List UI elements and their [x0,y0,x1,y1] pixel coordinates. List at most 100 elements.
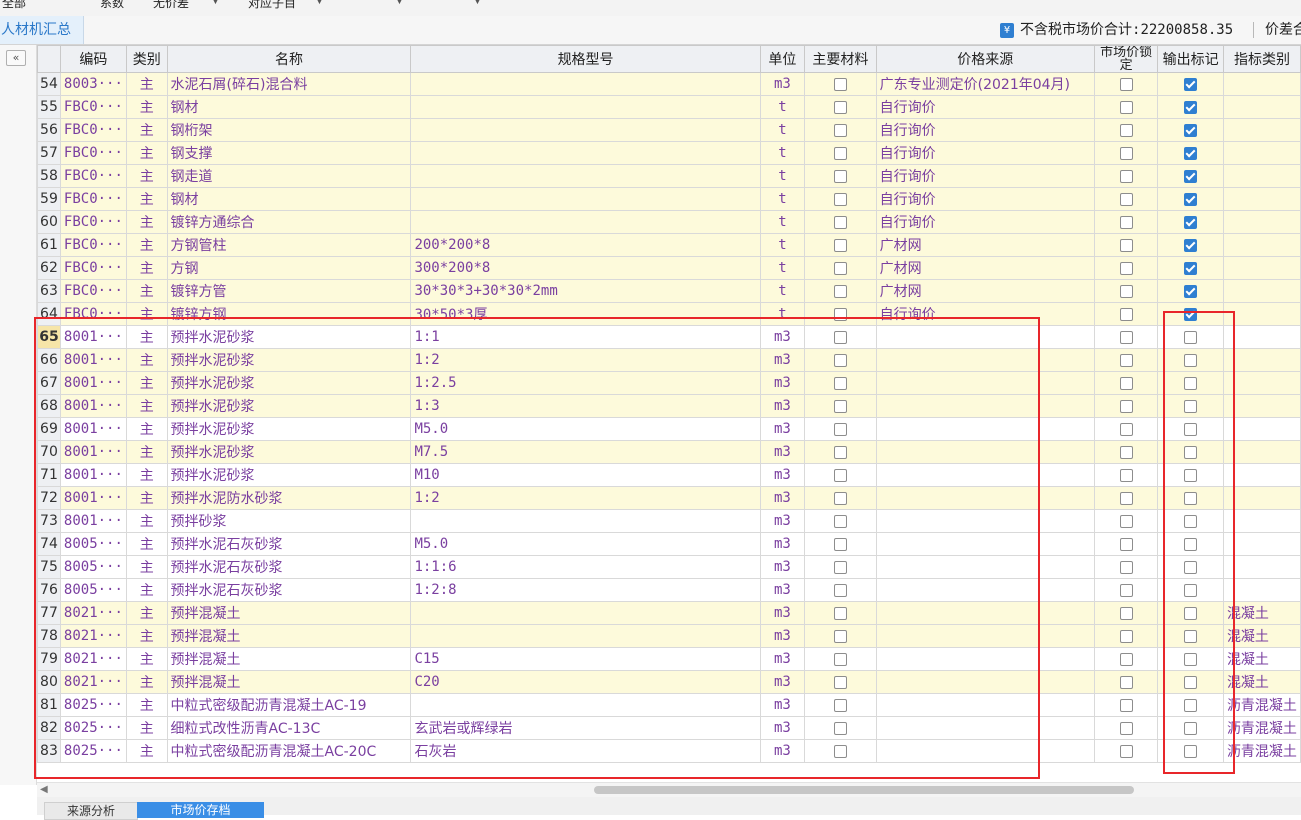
cell-output-flag[interactable] [1157,279,1224,303]
cell-spec[interactable]: 1:2.5 [410,371,761,395]
cell-category[interactable]: 主 [125,233,168,257]
checkbox[interactable] [1184,123,1198,137]
cell-output-flag[interactable] [1157,578,1224,602]
checkbox[interactable] [833,675,847,689]
cell-market-lock[interactable] [1093,394,1159,418]
cell-spec[interactable] [410,164,761,188]
cell-market-lock[interactable] [1093,302,1159,326]
cell-price-source[interactable] [875,647,1095,671]
cell-category[interactable]: 主 [125,95,168,119]
cell-category[interactable]: 主 [125,739,168,763]
checkbox[interactable] [833,629,847,643]
cell-unit[interactable]: m3 [759,325,806,349]
header-output-flag[interactable]: 输出标记 [1157,45,1224,73]
cell-category[interactable]: 主 [125,417,168,441]
header-spec[interactable]: 规格型号 [410,45,761,73]
checkbox[interactable] [1184,445,1198,459]
checkbox[interactable] [1119,606,1133,620]
menu-item-corresponding-item[interactable]: 对应子目 [248,0,296,11]
checkbox[interactable] [1119,169,1133,183]
checkbox[interactable] [1184,376,1198,390]
cell-main-material[interactable] [804,578,877,602]
cell-name[interactable]: 中粒式密级配沥青混凝土AC-20C [166,739,412,763]
cell-name[interactable]: 预拌水泥砂浆 [166,348,412,372]
cell-name[interactable]: 镀锌方管 [166,279,412,303]
checkbox[interactable] [1184,422,1198,436]
cell-main-material[interactable] [804,670,877,694]
cell-code[interactable]: 8001··· [59,417,127,441]
cell-indicator-type[interactable] [1222,578,1301,602]
checkbox[interactable] [1184,606,1198,620]
checkbox[interactable] [1119,215,1133,229]
checkbox[interactable] [1184,330,1198,344]
cell-output-flag[interactable] [1157,118,1224,142]
cell-category[interactable]: 主 [125,486,168,510]
cell-unit[interactable]: m3 [759,440,806,464]
cell-output-flag[interactable] [1157,348,1224,372]
cell-output-flag[interactable] [1157,693,1224,717]
checkbox[interactable] [1119,330,1133,344]
cell-code[interactable]: 8001··· [59,394,127,418]
cell-code[interactable]: 8001··· [59,440,127,464]
checkbox[interactable] [1119,652,1133,666]
cell-output-flag[interactable] [1157,210,1224,234]
cell-code[interactable]: 8005··· [59,578,127,602]
cell-unit[interactable]: m3 [759,509,806,533]
cell-name[interactable]: 预拌混凝土 [166,601,412,625]
cell-category[interactable]: 主 [125,141,168,165]
checkbox[interactable] [1119,537,1133,551]
cell-spec[interactable]: 1:2 [410,348,761,372]
checkbox[interactable] [1119,261,1133,275]
cell-price-source[interactable]: 自行询价 [875,210,1095,234]
cell-category[interactable]: 主 [125,555,168,579]
cell-main-material[interactable] [804,256,877,280]
cell-indicator-type[interactable] [1222,72,1301,96]
cell-category[interactable]: 主 [125,325,168,349]
cell-main-material[interactable] [804,647,877,671]
cell-spec[interactable]: C20 [410,670,761,694]
cell-unit[interactable]: t [759,141,806,165]
cell-unit[interactable]: m3 [759,647,806,671]
checkbox[interactable] [1119,583,1133,597]
cell-main-material[interactable] [804,371,877,395]
cell-unit[interactable]: m3 [759,555,806,579]
cell-unit[interactable]: m3 [759,463,806,487]
cell-unit[interactable]: m3 [759,739,806,763]
cell-main-material[interactable] [804,486,877,510]
cell-category[interactable]: 主 [125,302,168,326]
cell-market-lock[interactable] [1093,532,1159,556]
cell-market-lock[interactable] [1093,348,1159,372]
cell-spec[interactable]: 1:1 [410,325,761,349]
checkbox[interactable] [833,721,847,735]
checkbox[interactable] [1184,399,1198,413]
cell-unit[interactable]: t [759,118,806,142]
cell-code[interactable]: FBC0··· [59,233,127,257]
cell-unit[interactable]: m3 [759,601,806,625]
cell-output-flag[interactable] [1157,164,1224,188]
cell-indicator-type[interactable]: 混凝土 [1222,624,1301,648]
cell-output-flag[interactable] [1157,509,1224,533]
cell-indicator-type[interactable] [1222,394,1301,418]
cell-indicator-type[interactable]: 混凝土 [1222,647,1301,671]
cell-main-material[interactable] [804,187,877,211]
cell-price-source[interactable] [875,463,1095,487]
checkbox[interactable] [1119,491,1133,505]
cell-spec[interactable]: 1:2:8 [410,578,761,602]
checkbox[interactable] [833,399,847,413]
cell-unit[interactable]: t [759,164,806,188]
cell-category[interactable]: 主 [125,394,168,418]
cell-spec[interactable]: 1:2 [410,486,761,510]
cell-category[interactable]: 主 [125,716,168,740]
cell-market-lock[interactable] [1093,716,1159,740]
table-row[interactable]: 58 FBC0··· 主钢走道 t 自行询价 [37,164,1301,188]
chevron-down-icon[interactable]: ▼ [474,0,481,6]
table-row[interactable]: 72 8001··· 主预拌水泥防水砂浆 1:2 m3 [37,486,1301,510]
checkbox[interactable] [1119,560,1133,574]
cell-unit[interactable]: m3 [759,371,806,395]
cell-category[interactable]: 主 [125,693,168,717]
cell-category[interactable]: 主 [125,532,168,556]
checkbox[interactable] [1184,307,1198,321]
table-row[interactable]: 56 FBC0··· 主钢桁架 t 自行询价 [37,118,1301,142]
checkbox[interactable] [833,353,847,367]
cell-main-material[interactable] [804,417,877,441]
